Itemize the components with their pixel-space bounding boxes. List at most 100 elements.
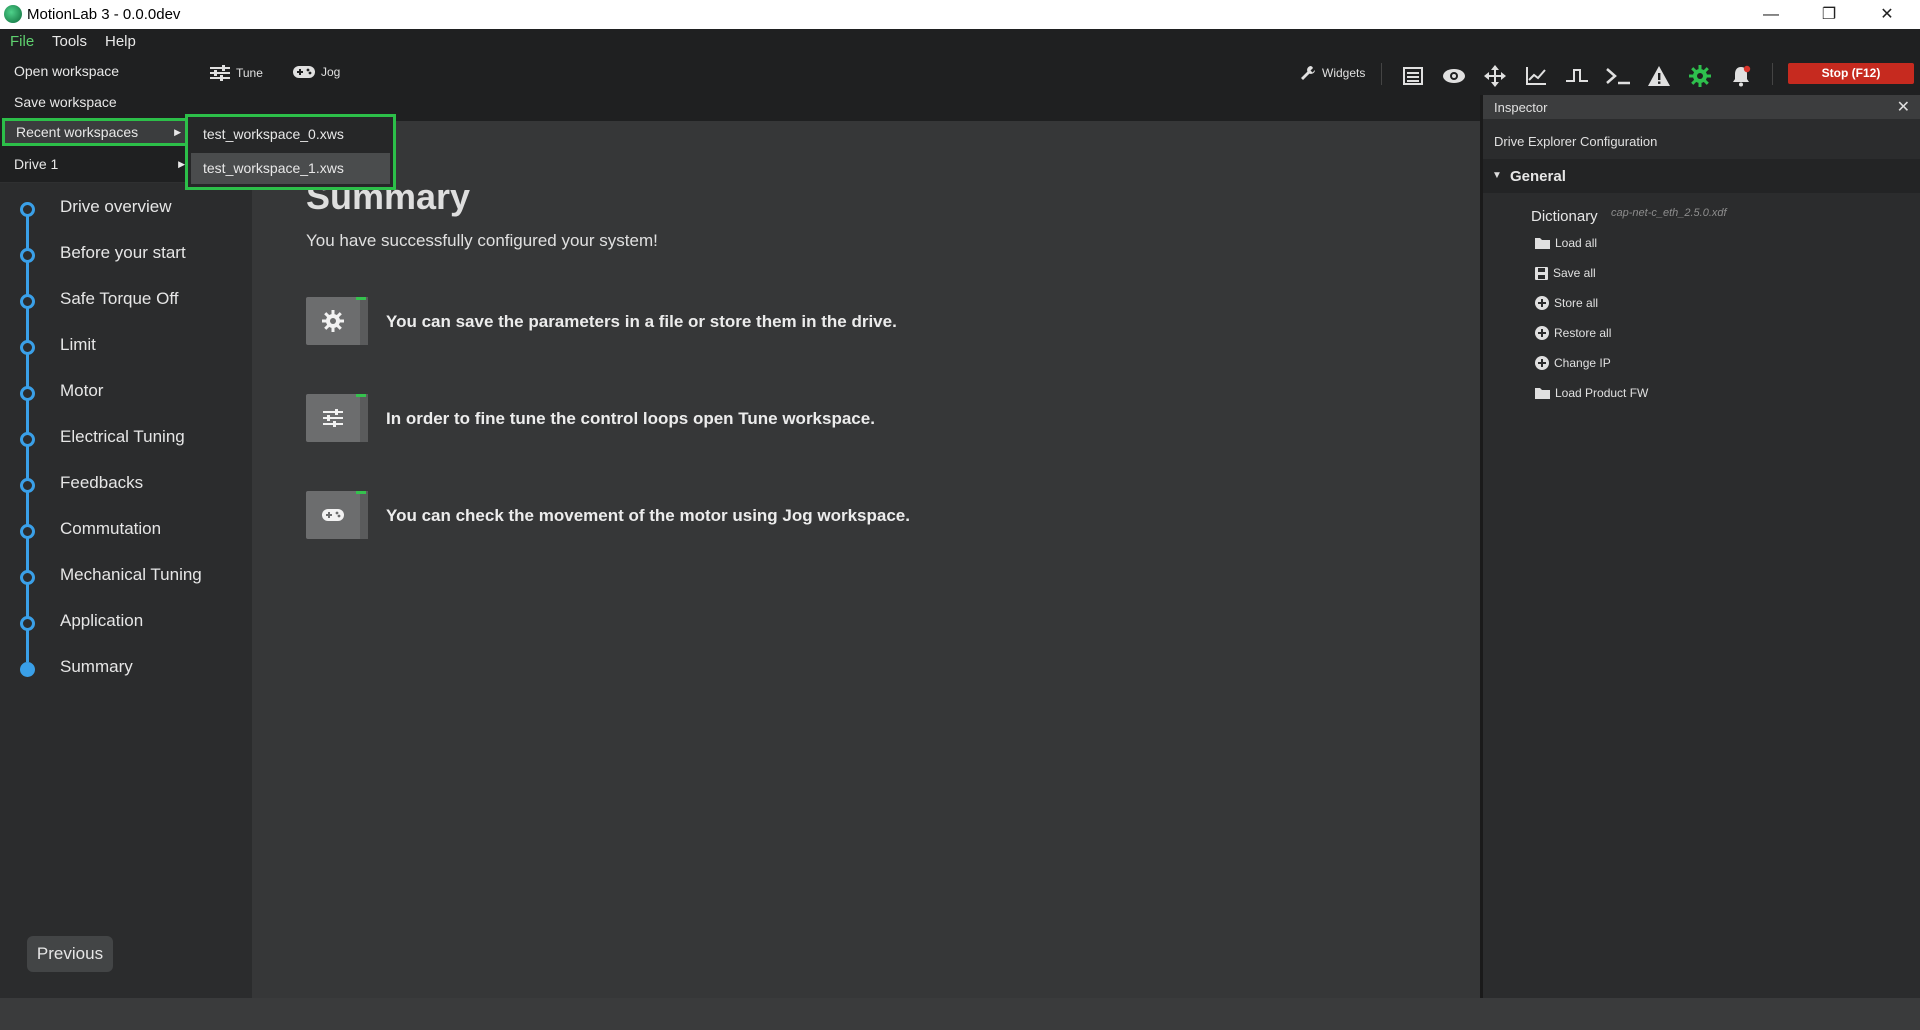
app-logo-icon: [4, 5, 22, 23]
settings-gear-icon[interactable]: [1687, 63, 1713, 89]
step-electrical-tuning[interactable]: Electrical Tuning: [0, 425, 252, 453]
gear-icon: [320, 308, 346, 334]
general-section-header[interactable]: ▼ General: [1483, 159, 1920, 193]
tune-button[interactable]: Tune: [210, 65, 263, 81]
list-icon[interactable]: [1400, 63, 1426, 89]
drive-1-menu-item[interactable]: Drive 1 ▶: [0, 150, 193, 178]
tune-label: Tune: [236, 66, 263, 80]
step-dot-icon: [20, 294, 35, 309]
step-safe-torque-off[interactable]: Safe Torque Off: [0, 287, 252, 315]
step-before-your-start[interactable]: Before your start: [0, 241, 252, 269]
step-label: Before your start: [60, 243, 186, 262]
jog-label: Jog: [321, 65, 341, 79]
step-dot-icon: [20, 202, 35, 217]
step-dot-icon: [20, 432, 35, 447]
menu-help[interactable]: Help: [105, 33, 136, 50]
step-dot-icon: [20, 386, 35, 401]
wrench-icon: [1301, 66, 1315, 80]
load-product-fw-button[interactable]: Load Product FW: [1535, 386, 1648, 400]
step-dot-icon: [20, 340, 35, 355]
stop-button[interactable]: Stop (F12): [1788, 63, 1914, 84]
file-menu-dropdown: Open workspace Save workspace Recent wor…: [0, 53, 193, 182]
step-label: Summary: [60, 657, 133, 676]
tune-workspace-text: In order to fine tune the control loops …: [386, 409, 875, 428]
load-product-fw-label: Load Product FW: [1555, 386, 1649, 400]
step-summary[interactable]: Summary: [0, 655, 252, 683]
inspector-panel: Inspector ✕ Drive Explorer Configuration…: [1480, 95, 1920, 998]
minimize-button[interactable]: —: [1742, 0, 1800, 29]
step-dot-icon: [20, 616, 35, 631]
store-all-button[interactable]: Store all: [1535, 296, 1598, 310]
card-tab: [356, 491, 366, 494]
toolbar-separator: [1381, 63, 1382, 85]
step-application[interactable]: Application: [0, 609, 252, 637]
load-all-button[interactable]: Load all: [1535, 236, 1597, 250]
save-workspace-menu-item[interactable]: Save workspace: [0, 88, 193, 116]
restore-all-label: Restore all: [1554, 326, 1612, 340]
recent-workspaces-submenu: test_workspace_0.xws test_workspace_1.xw…: [185, 114, 396, 190]
jog-workspace-text: You can check the movement of the motor …: [386, 506, 910, 525]
card-shade: [360, 394, 368, 442]
step-navigation-panel: Drive overview Before your start Safe To…: [0, 183, 252, 998]
submenu-arrow-icon: ▶: [178, 159, 185, 169]
menu-file[interactable]: File: [10, 33, 34, 50]
step-label: Mechanical Tuning: [60, 565, 202, 584]
drive-1-label: Drive 1: [14, 156, 59, 172]
recent-workspaces-menu-item[interactable]: Recent workspaces ▶: [2, 118, 189, 146]
menu-bar: File Tools Help: [0, 29, 1920, 53]
step-mechanical-tuning[interactable]: Mechanical Tuning: [0, 563, 252, 591]
previous-button[interactable]: Previous: [27, 936, 113, 972]
save-all-label: Save all: [1553, 266, 1596, 280]
move-icon[interactable]: [1482, 63, 1508, 89]
eye-icon[interactable]: [1441, 63, 1467, 89]
gamepad-icon: [293, 66, 315, 78]
chart-icon[interactable]: [1523, 63, 1549, 89]
submenu-arrow-icon: ▶: [174, 127, 181, 137]
widgets-button[interactable]: Widgets: [1300, 65, 1365, 81]
step-motor[interactable]: Motor: [0, 379, 252, 407]
step-feedbacks[interactable]: Feedbacks: [0, 471, 252, 499]
card-shade: [360, 297, 368, 345]
step-label: Application: [60, 611, 144, 630]
restore-all-button[interactable]: Restore all: [1535, 326, 1611, 340]
jog-workspace-card[interactable]: [306, 491, 368, 539]
card-tab: [356, 297, 366, 300]
close-button[interactable]: ✕: [1858, 0, 1916, 29]
sliders-icon: [210, 65, 230, 81]
warning-icon[interactable]: [1646, 63, 1672, 89]
floppy-icon: [1535, 266, 1548, 280]
page-subtitle: You have successfully configured your sy…: [306, 231, 658, 250]
recent-workspace-item[interactable]: test_workspace_0.xws: [191, 120, 390, 148]
restore-button[interactable]: ❐: [1800, 0, 1858, 29]
plus-circle-icon: [1535, 326, 1549, 340]
change-ip-label: Change IP: [1554, 356, 1611, 370]
tune-workspace-card[interactable]: [306, 394, 368, 442]
jog-button[interactable]: Jog: [293, 65, 340, 79]
caret-down-icon: ▼: [1492, 170, 1502, 181]
step-signal-icon[interactable]: [1564, 63, 1590, 89]
step-drive-overview[interactable]: Drive overview: [0, 195, 252, 223]
step-label: Commutation: [60, 519, 162, 538]
menu-tools[interactable]: Tools: [52, 33, 87, 50]
bell-icon[interactable]: [1728, 63, 1754, 89]
toolbar-separator: [1772, 63, 1773, 85]
main-content: Summary You have successfully configured…: [252, 121, 1480, 998]
step-label: Electrical Tuning: [60, 427, 185, 446]
save-all-button[interactable]: Save all: [1535, 266, 1596, 280]
step-label: Drive overview: [60, 197, 172, 216]
step-label: Motor: [60, 381, 104, 400]
change-ip-button[interactable]: Change IP: [1535, 356, 1611, 370]
dictionary-file: cap-net-c_eth_2.5.0.xdf: [1611, 207, 1727, 219]
step-commutation[interactable]: Commutation: [0, 517, 252, 545]
save-parameters-text: You can save the parameters in a file or…: [386, 312, 897, 331]
recent-workspace-item[interactable]: test_workspace_1.xws: [191, 153, 390, 184]
store-all-label: Store all: [1554, 296, 1599, 310]
widgets-label: Widgets: [1322, 66, 1366, 80]
step-dot-icon: [20, 248, 35, 263]
open-workspace-menu-item[interactable]: Open workspace: [0, 57, 193, 85]
inspector-title: Inspector: [1494, 100, 1548, 115]
inspector-close-icon[interactable]: ✕: [1897, 97, 1910, 117]
save-parameters-card[interactable]: [306, 297, 368, 345]
terminal-icon[interactable]: [1605, 63, 1631, 89]
step-limit[interactable]: Limit: [0, 333, 252, 361]
